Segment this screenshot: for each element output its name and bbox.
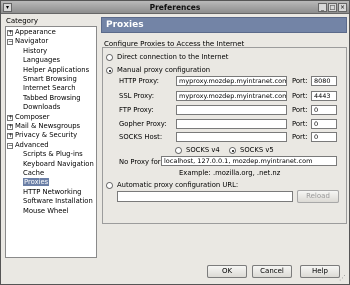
sidebar-item-label: Advanced [15, 140, 49, 149]
sidebar-item-label: Appearance [15, 28, 56, 36]
help-button[interactable]: Help [300, 265, 340, 278]
sidebar-item-label: Software Installation [23, 197, 93, 206]
socks-v5-radio[interactable] [229, 147, 236, 154]
sidebar-item-label: Downloads [23, 103, 61, 112]
sidebar-item-label: Navigator [15, 37, 49, 46]
sidebar-item-smart-browsing[interactable]: Smart Browsing [23, 75, 77, 84]
ftp-port-input[interactable]: 0 [311, 105, 337, 115]
sidebar-item-label: Tabbed Browsing [23, 93, 81, 102]
expand-icon[interactable]: + [7, 114, 13, 121]
category-tree[interactable]: + Appearance − Navigator History Languages Hel… [5, 26, 97, 258]
expand-icon[interactable]: + [7, 133, 13, 140]
sidebar-item-navigator[interactable]: − Navigator [7, 37, 48, 46]
panel-header: Proxies [101, 17, 347, 33]
http-proxy-label: HTTP Proxy: [119, 77, 159, 85]
ssl-proxy-input[interactable]: myproxy.mozdep.myintranet.com [176, 91, 287, 101]
manual-proxy-label: Manual proxy configuration [117, 66, 211, 74]
ftp-proxy-input[interactable] [176, 105, 287, 115]
sidebar-item-label: Composer [15, 112, 50, 121]
collapse-icon[interactable]: − [7, 142, 13, 149]
title-bar: ▾ Preferences _ □ × [1, 1, 349, 14]
socks-port-label: Port: [292, 133, 308, 141]
resize-grip-icon[interactable]: ⋰ [339, 274, 347, 282]
no-proxy-input[interactable]: localhost, 127.0.0.1, mozdep.myintranet.… [161, 156, 337, 166]
panel-title: Proxies [106, 20, 144, 30]
sidebar-item-label: Cache [23, 169, 45, 177]
sidebar-item-label: History [23, 46, 48, 55]
socks-v4-label: SOCKS v4 [186, 146, 220, 154]
manual-proxy-radio[interactable] [106, 67, 113, 74]
sidebar-item-history[interactable]: History [23, 47, 47, 56]
sidebar-item-scripts-plug-ins[interactable]: Scripts & Plug-ins [23, 150, 83, 159]
window-title: Preferences [149, 3, 201, 12]
category-label: Category [6, 17, 38, 25]
sidebar-item-label: Proxies [23, 178, 50, 187]
socks-v4-radio[interactable] [175, 147, 182, 154]
sidebar-item-label: Scripts & Plug-ins [23, 150, 83, 159]
ssl-port-input[interactable]: 4443 [311, 91, 337, 101]
sidebar-item-label: Mail & Newsgroups [15, 122, 81, 130]
sidebar-item-privacy-security[interactable]: + Privacy & Security [7, 131, 77, 140]
direct-connection-label: Direct connection to the Internet [117, 53, 229, 61]
ftp-proxy-label: FTP Proxy: [119, 106, 154, 114]
auto-config-url-input[interactable] [117, 191, 293, 202]
cancel-button[interactable]: Cancel [252, 265, 292, 278]
sidebar-item-label: HTTP Networking [23, 187, 82, 196]
expand-icon[interactable]: + [7, 30, 13, 36]
sidebar-item-label: Languages [23, 56, 61, 65]
auto-config-radio[interactable] [106, 182, 113, 189]
sidebar-item-label: Smart Browsing [23, 75, 77, 83]
sidebar-item-internet-search[interactable]: Internet Search [23, 84, 76, 93]
auto-config-label: Automatic proxy configuration URL: [117, 181, 239, 189]
maximize-icon[interactable]: □ [328, 3, 337, 12]
sidebar-item-label: Keyboard Navigation [23, 159, 94, 168]
close-icon[interactable]: × [338, 3, 347, 12]
sidebar-item-composer[interactable]: + Composer [7, 113, 50, 122]
no-proxy-example: Example: .mozilla.org, .net.nz [179, 169, 281, 177]
preferences-window: ▾ Preferences _ □ × Category + Appearance… [0, 0, 350, 285]
sidebar-item-helper-applications[interactable]: Helper Applications [23, 66, 89, 75]
gopher-proxy-label: Gopher Proxy: [119, 120, 167, 128]
direct-connection-radio[interactable] [106, 54, 113, 61]
socks-v5-label: SOCKS v5 [240, 146, 274, 154]
sidebar-item-appearance[interactable]: + Appearance [7, 28, 56, 37]
ssl-proxy-label: SSL Proxy: [119, 92, 154, 100]
sidebar-item-software-installation[interactable]: Software Installation [23, 197, 93, 206]
sidebar-item-downloads[interactable]: Downloads [23, 103, 60, 112]
sidebar-item-tabbed-browsing[interactable]: Tabbed Browsing [23, 94, 81, 103]
sidebar-item-proxies[interactable]: Proxies [23, 178, 50, 187]
sidebar-item-mouse-wheel[interactable]: Mouse Wheel [23, 207, 69, 216]
sidebar-item-http-networking[interactable]: HTTP Networking [23, 188, 81, 197]
minimize-icon[interactable]: _ [318, 3, 327, 12]
ok-button[interactable]: OK [207, 265, 247, 278]
socks-host-input[interactable] [176, 132, 287, 142]
sidebar-item-advanced[interactable]: − Advanced [7, 141, 49, 150]
ssl-port-label: Port: [292, 92, 308, 100]
sidebar-item-label: Internet Search [23, 84, 76, 93]
http-port-label: Port: [292, 77, 308, 85]
sidebar-item-label: Helper Applications [23, 65, 90, 74]
ftp-port-label: Port: [292, 106, 308, 114]
sidebar-item-cache[interactable]: Cache [23, 169, 44, 178]
sidebar-item-keyboard-navigation[interactable]: Keyboard Navigation [23, 160, 94, 169]
collapse-icon[interactable]: − [7, 39, 13, 46]
sidebar-item-label: Mouse Wheel [23, 206, 69, 215]
socks-port-input[interactable]: 0 [311, 132, 337, 142]
no-proxy-label: No Proxy for: [119, 158, 163, 166]
sidebar-item-mail-newsgroups[interactable]: + Mail & Newsgroups [7, 122, 80, 131]
gopher-port-label: Port: [292, 120, 308, 128]
sidebar-item-languages[interactable]: Languages [23, 56, 60, 65]
expand-icon[interactable]: + [7, 124, 13, 130]
socks-host-label: SOCKS Host: [119, 133, 163, 141]
http-port-input[interactable]: 8080 [311, 76, 337, 86]
gopher-proxy-input[interactable] [176, 119, 287, 129]
reload-button[interactable]: Reload [297, 190, 339, 203]
sidebar-item-label: Privacy & Security [15, 131, 78, 140]
http-proxy-input[interactable]: myproxy.mozdep.myintranet.com [176, 76, 287, 86]
gopher-port-input[interactable]: 0 [311, 119, 337, 129]
